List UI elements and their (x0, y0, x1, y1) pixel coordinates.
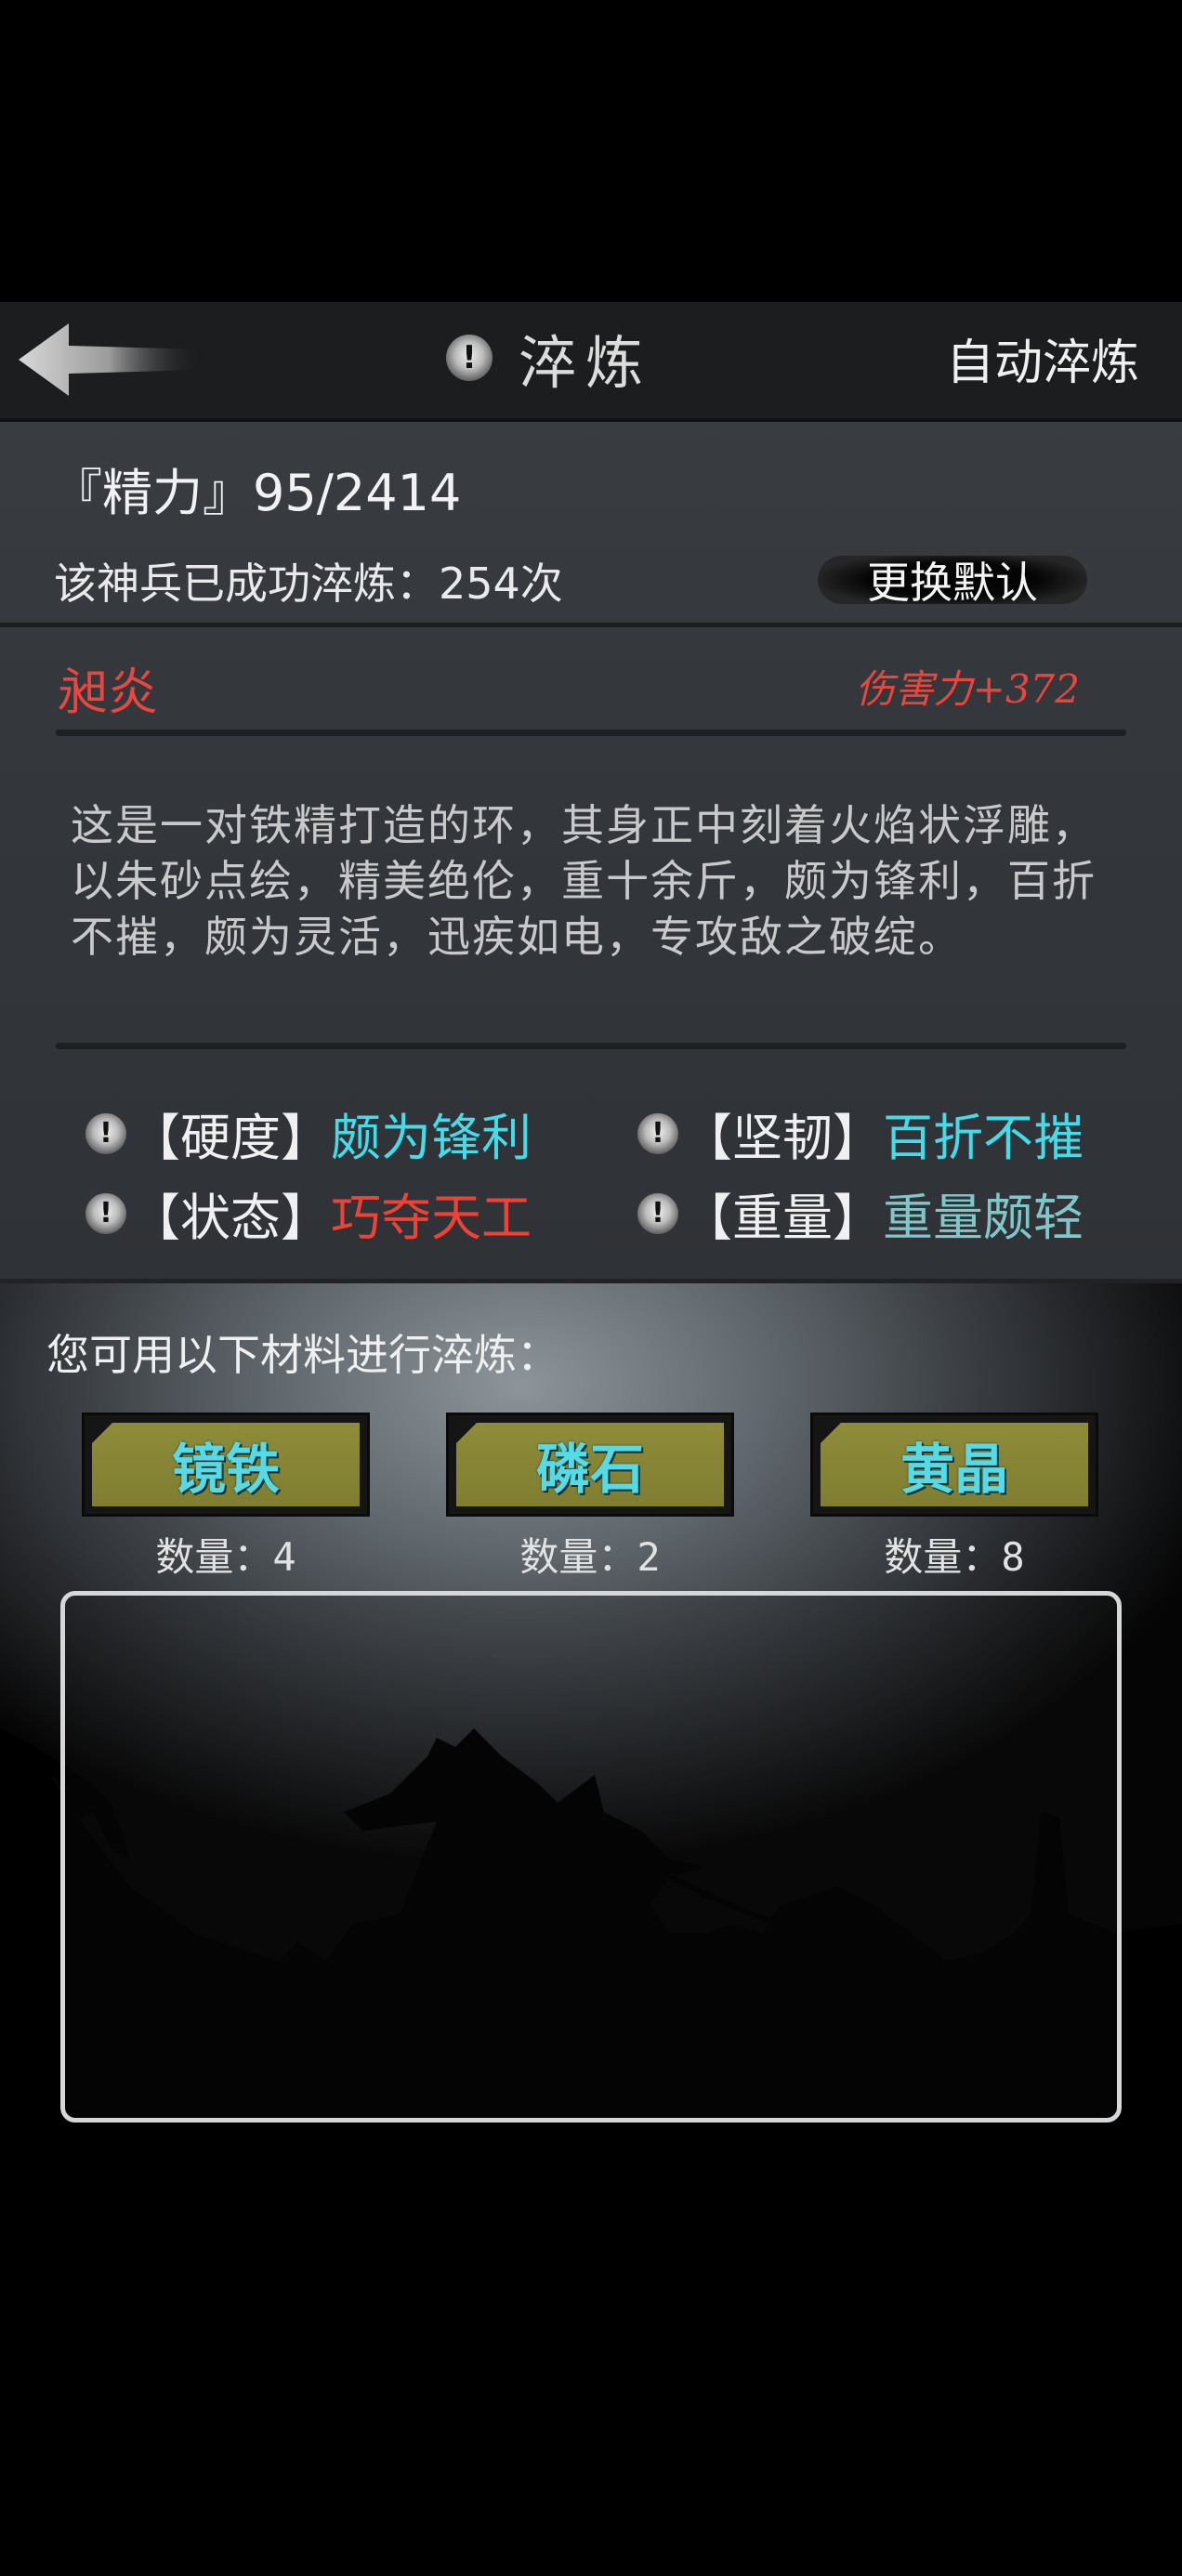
material-count: 数量：4 (82, 1526, 370, 1583)
attribute-state: ! 【状态】 巧夺天工 (85, 1176, 532, 1250)
weapon-description: 这是一对铁精打造的环，其身正中刻着火焰状浮雕，以朱砂点绘，精美绝伦，重十余斤，颇… (71, 800, 1097, 962)
exclamation-icon[interactable]: ! (85, 1112, 126, 1154)
exclamation-icon[interactable]: ! (85, 1192, 126, 1234)
count-label: 数量： (519, 1534, 637, 1580)
attribute-value: 巧夺天工 (331, 1189, 532, 1247)
divider (56, 1043, 1126, 1049)
material-label: 镜铁 (92, 1423, 360, 1506)
exclamation-icon[interactable]: ! (637, 1112, 678, 1154)
attribute-label: 【坚韧】 (682, 1109, 883, 1167)
attribute-value: 颇为锋利 (331, 1109, 532, 1167)
page-title: 淬炼 (519, 329, 653, 397)
attribute-value: 重量颇轻 (883, 1189, 1084, 1247)
count-value: 2 (637, 1534, 661, 1580)
count-label: 数量： (155, 1534, 273, 1580)
attribute-value: 百折不摧 (883, 1109, 1084, 1167)
divider (56, 729, 1126, 736)
materials-hint: 您可用以下材料进行淬炼： (46, 1330, 559, 1380)
material-button-phosphor-stone[interactable]: 磷石 (446, 1413, 734, 1517)
attribute-label: 【硬度】 (130, 1109, 331, 1167)
attribute-weight: ! 【重量】 重量颇轻 (637, 1176, 1084, 1250)
material-label: 黄晶 (821, 1423, 1088, 1506)
divider (0, 1279, 1182, 1283)
refine-count: 该神兵已成功淬炼：254次 (54, 559, 563, 609)
count-value: 4 (272, 1534, 296, 1580)
count-value: 8 (1001, 1534, 1025, 1580)
material-button-mirror-iron[interactable]: 镜铁 (82, 1413, 370, 1517)
material-button-yellow-crystal[interactable]: 黄晶 (810, 1413, 1098, 1517)
change-default-button[interactable]: 更换默认 (818, 556, 1087, 608)
attribute-toughness: ! 【坚韧】 百折不摧 (637, 1097, 1084, 1170)
attribute-label: 【状态】 (130, 1189, 331, 1247)
count-label: 数量： (884, 1534, 1002, 1580)
attribute-hardness: ! 【硬度】 颇为锋利 (85, 1097, 532, 1170)
energy-value: 『精力』95/2414 (52, 464, 462, 522)
material-count: 数量：8 (810, 1526, 1098, 1583)
weapon-damage: 伤害力+372 (855, 666, 1080, 712)
exclamation-icon[interactable]: ! (446, 335, 492, 381)
divider (0, 623, 1182, 627)
refine-screen: ! 淬炼 自动淬炼 『精力』95/2414 该神兵已成功淬炼：254次 更换默认… (0, 0, 1182, 2576)
weapon-name: 昶炎 (58, 663, 158, 721)
material-count: 数量：2 (446, 1526, 734, 1583)
back-arrow-icon[interactable] (11, 318, 206, 401)
title-group: ! 淬炼 (446, 316, 652, 400)
exclamation-icon[interactable]: ! (637, 1192, 678, 1234)
material-label: 磷石 (456, 1423, 724, 1506)
auto-refine-button[interactable]: 自动淬炼 (946, 323, 1139, 393)
refine-result-box (60, 1591, 1122, 2123)
attribute-label: 【重量】 (682, 1189, 883, 1247)
